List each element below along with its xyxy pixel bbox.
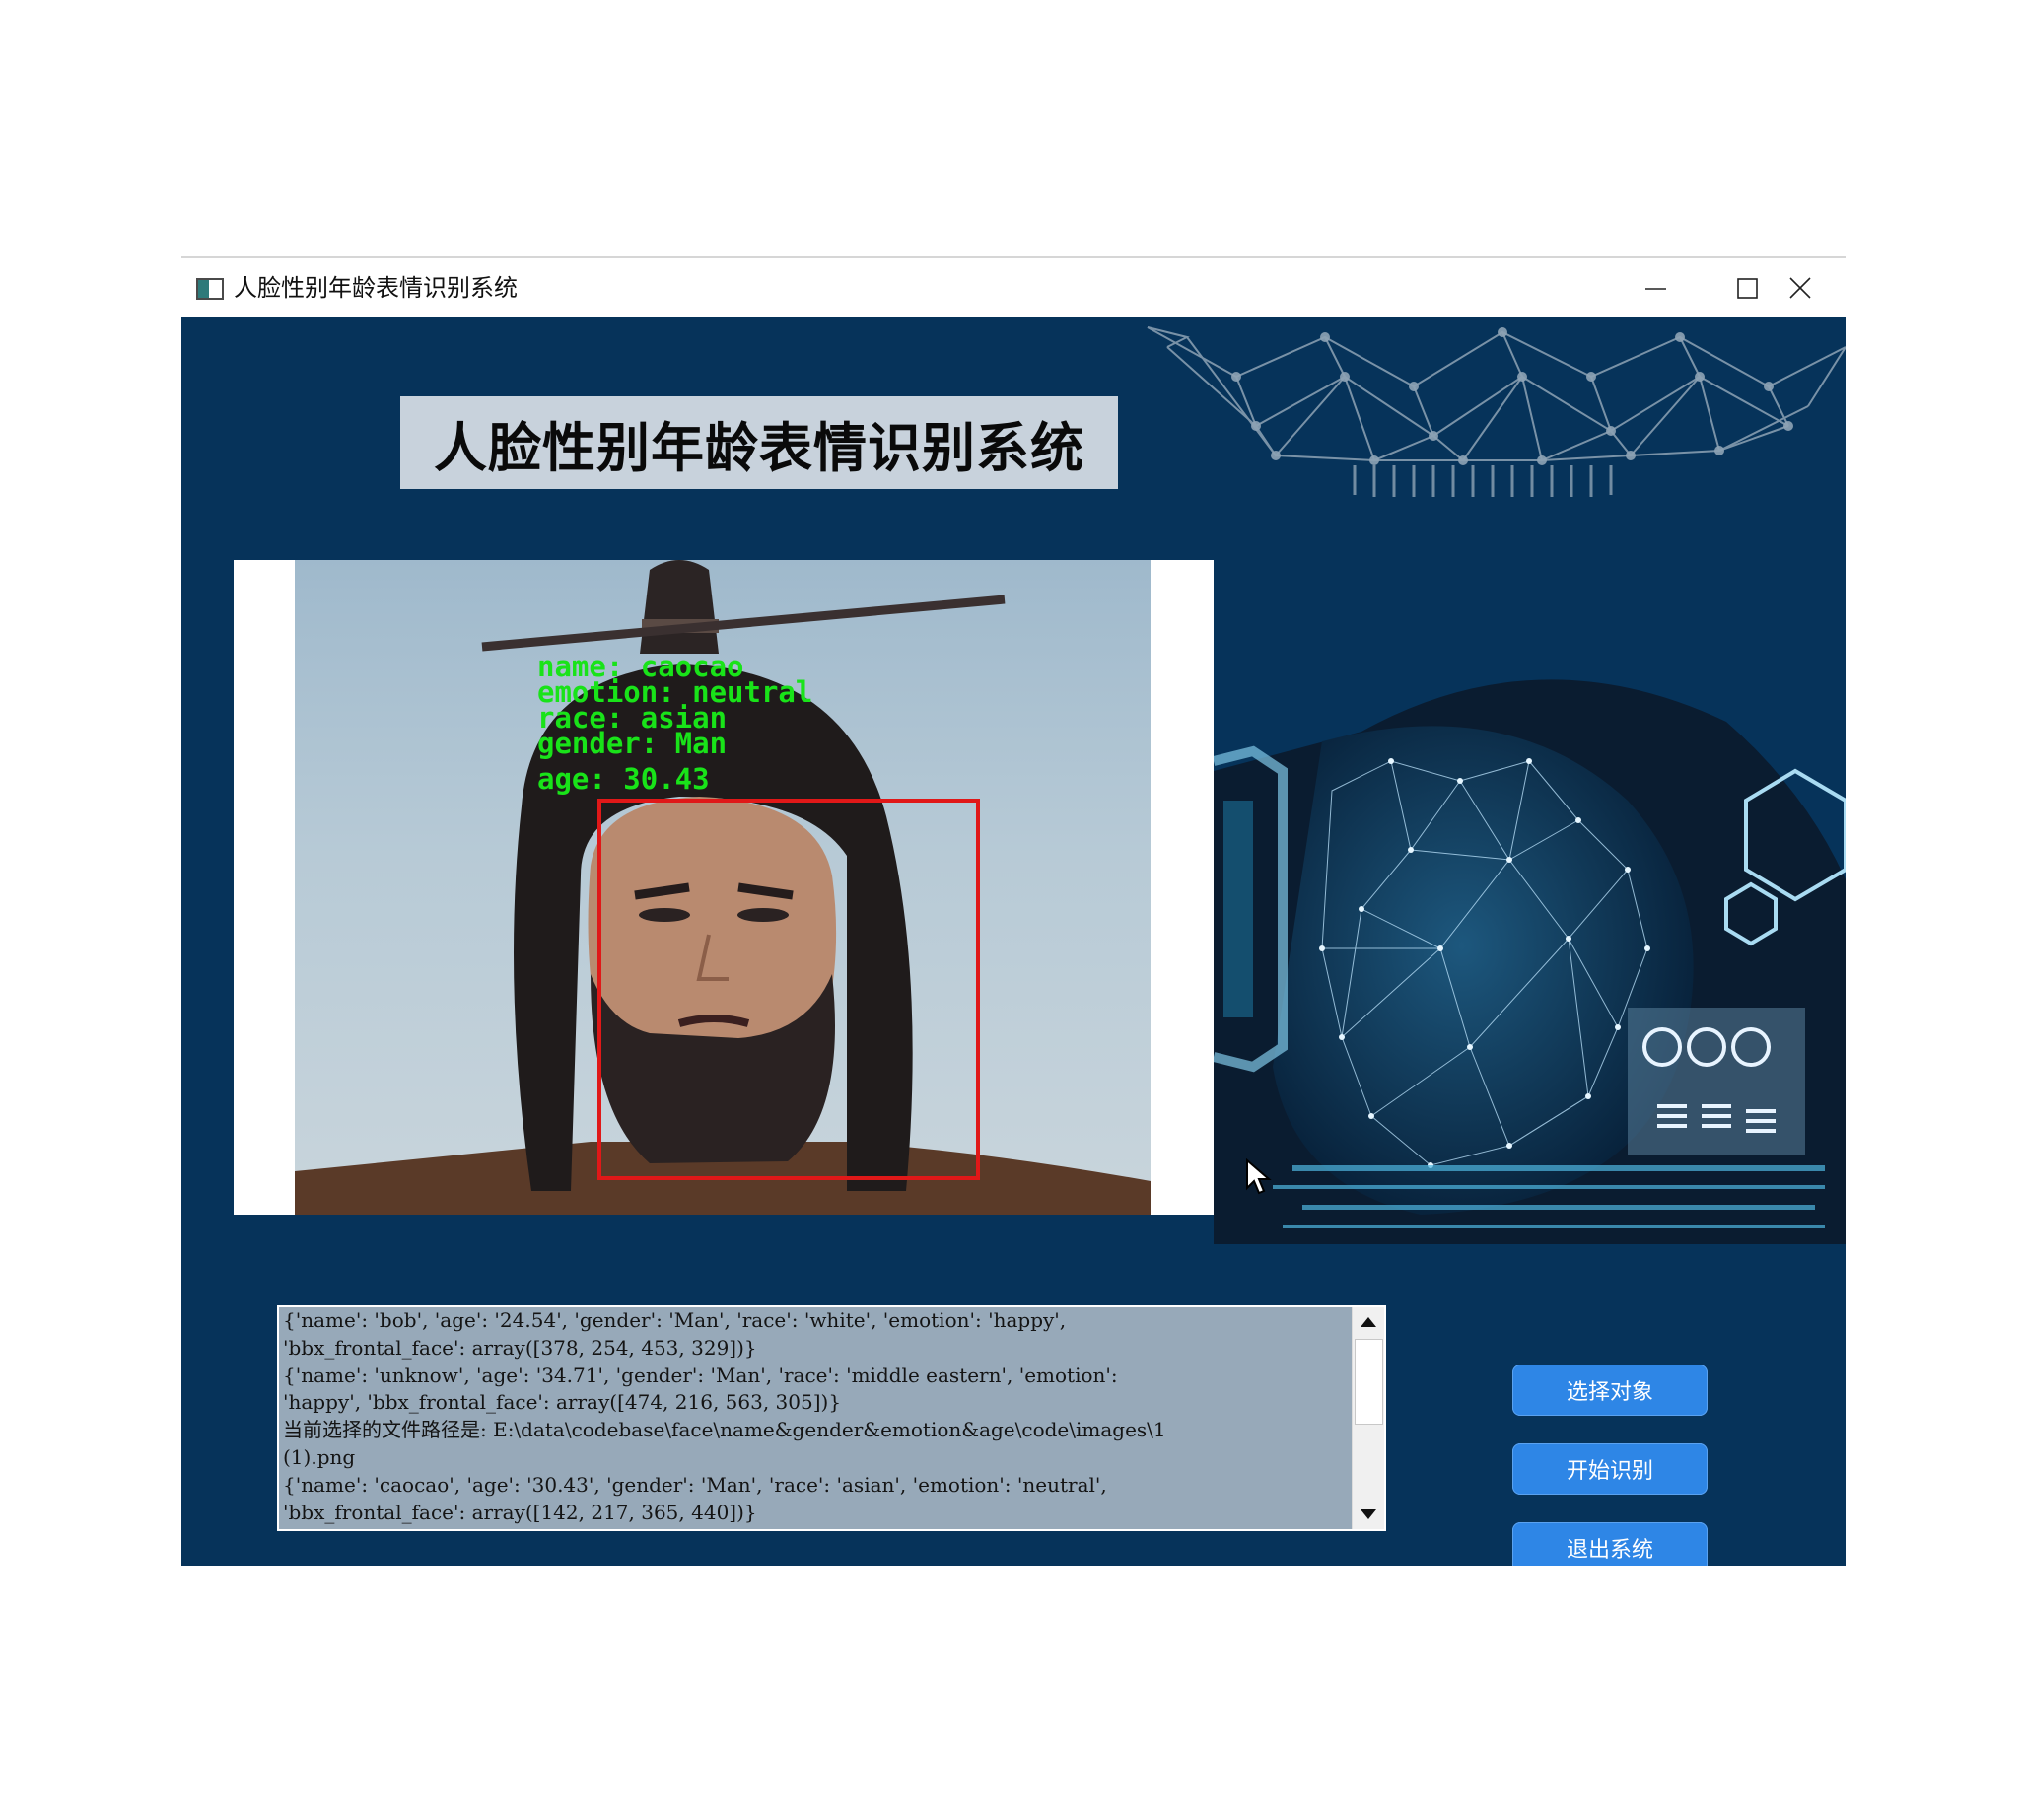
scroll-down-button[interactable] [1353, 1500, 1384, 1529]
log-line: 当前选择的文件路径是: E:\data\codebase\face\name&g… [283, 1418, 1166, 1442]
log-line: 'happy', 'bbx_frontal_face': array([474,… [283, 1390, 842, 1415]
network-dome-graphic [1147, 326, 1846, 497]
log-line: {'name': 'bob', 'age': '24.54', 'gender'… [283, 1308, 1067, 1332]
result-log[interactable]: {'name': 'bob', 'age': '24.54', 'gender'… [277, 1305, 1386, 1531]
overlay-age: age: 30.43 [537, 762, 710, 796]
window-title: 人脸性别年龄表情识别系统 [234, 274, 518, 302]
app-icon [196, 278, 224, 300]
minimize-icon [1645, 288, 1666, 290]
select-object-button[interactable]: 选择对象 [1512, 1365, 1708, 1416]
close-button[interactable] [1755, 258, 1846, 317]
minimize-button[interactable] [1611, 258, 1702, 317]
digital-face-graphic [1214, 679, 1846, 1244]
scroll-up-button[interactable] [1353, 1307, 1384, 1337]
log-line: 'bbx_frontal_face': array([378, 254, 453… [283, 1335, 757, 1360]
arrow-up-icon [1361, 1317, 1376, 1327]
face-photo: name: caocao emotion: neutral race: asia… [295, 560, 1151, 1215]
mouse-cursor-icon [1246, 1158, 1272, 1195]
log-line: {'name': 'caocao', 'age': '30.43', 'gend… [283, 1472, 1107, 1497]
app-window: 人脸性别年龄表情识别系统 人脸性别年龄表情识别系统 name: caocao e… [181, 256, 1846, 1568]
log-scrollbar[interactable] [1352, 1307, 1384, 1529]
start-recognition-button[interactable]: 开始识别 [1512, 1443, 1708, 1495]
image-display: name: caocao emotion: neutral race: asia… [234, 560, 1214, 1215]
system-title-panel: 人脸性别年龄表情识别系统 [400, 396, 1118, 489]
log-line: {'name': 'unknow', 'age': '34.71', 'gend… [283, 1363, 1118, 1387]
main-panel: 人脸性别年龄表情识别系统 name: caocao emotion: neutr… [181, 317, 1846, 1566]
scroll-thumb[interactable] [1355, 1339, 1383, 1425]
overlay-gender: gender: Man [537, 727, 728, 760]
close-icon [1789, 277, 1811, 299]
face-bounding-box [597, 799, 980, 1180]
log-line: 'bbx_frontal_face': array([142, 217, 365… [283, 1500, 757, 1524]
arrow-down-icon [1361, 1509, 1376, 1519]
log-text: {'name': 'bob', 'age': '24.54', 'gender'… [283, 1307, 1348, 1526]
exit-system-button[interactable]: 退出系统 [1512, 1522, 1708, 1566]
title-bar[interactable]: 人脸性别年龄表情识别系统 [181, 258, 1846, 317]
log-line: (1).png [283, 1444, 356, 1469]
system-title: 人脸性别年龄表情识别系统 [434, 416, 1084, 479]
